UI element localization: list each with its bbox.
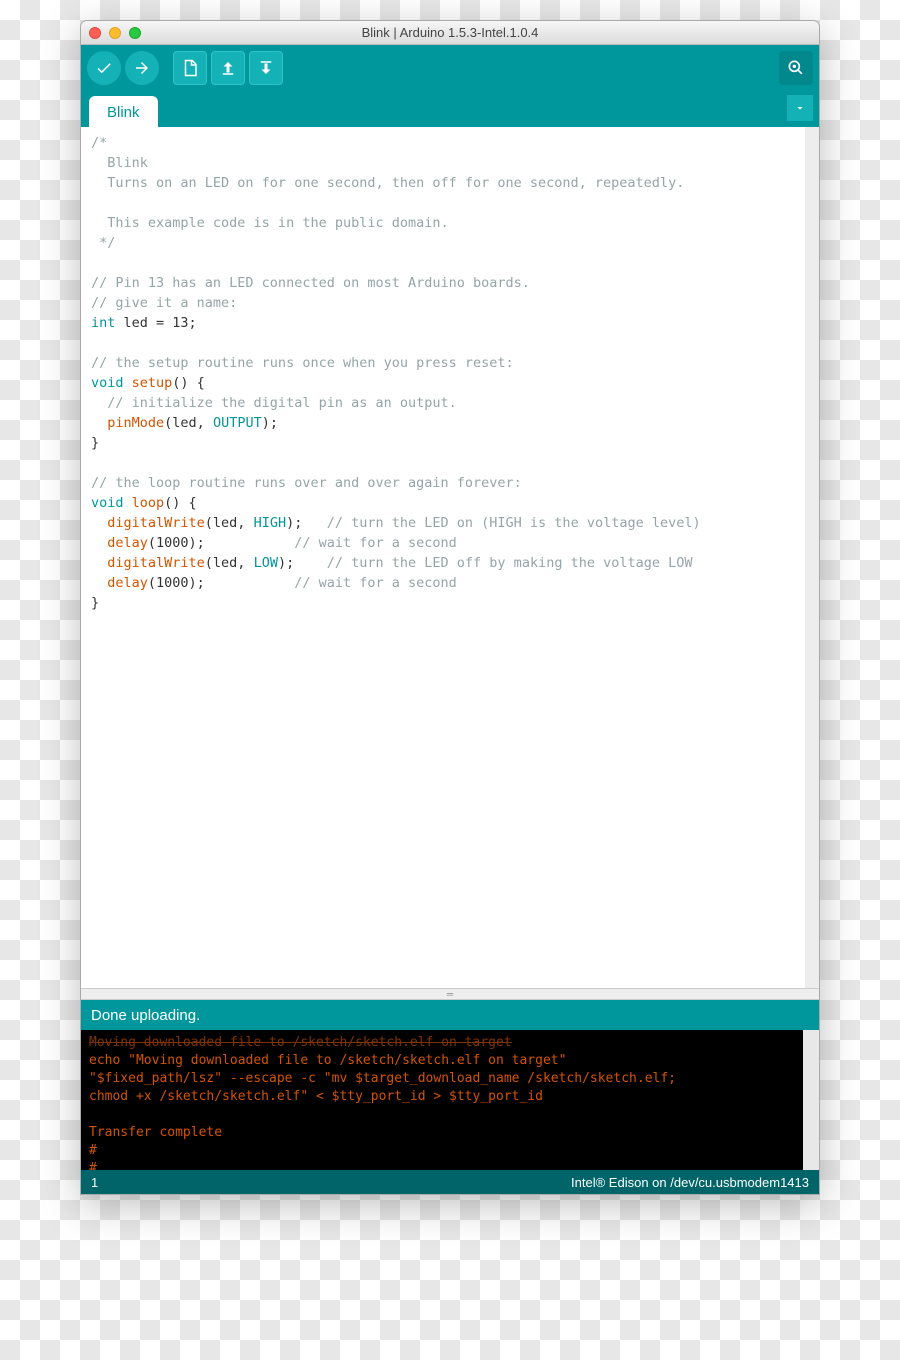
new-sketch-button[interactable] — [173, 51, 207, 85]
code-line: Blink — [91, 155, 148, 171]
code-token: pinMode — [91, 415, 164, 431]
code-line: // the setup routine runs once when you … — [91, 355, 514, 371]
code-token: HIGH — [254, 515, 287, 531]
code-token: void — [91, 375, 124, 391]
code-token: setup — [124, 375, 173, 391]
serial-monitor-button[interactable] — [779, 51, 813, 85]
code-token: void — [91, 495, 124, 511]
arrow-down-icon — [257, 59, 275, 77]
code-token: // turn the LED on (HIGH is the voltage … — [327, 515, 701, 531]
scrollbar-arrows[interactable]: ▲▼ — [811, 1152, 816, 1168]
code-token: ); — [286, 515, 327, 531]
serial-monitor-icon — [786, 58, 806, 78]
code-token: delay — [91, 535, 148, 551]
code-token: loop — [124, 495, 165, 511]
code-line: } — [91, 595, 99, 611]
window-title: Blink | Arduino 1.5.3-Intel.1.0.4 — [81, 25, 819, 40]
console-line: # — [89, 1161, 97, 1170]
code-token: ); — [262, 415, 278, 431]
file-icon — [181, 59, 199, 77]
code-token: (1000); — [148, 575, 294, 591]
code-token: led = 13; — [115, 315, 196, 331]
open-sketch-button[interactable] — [211, 51, 245, 85]
tab-blink[interactable]: Blink — [89, 96, 158, 127]
code-editor[interactable]: /* Blink Turns on an LED on for one seco… — [81, 127, 819, 988]
code-token: LOW — [254, 555, 278, 571]
console-line: "$fixed_path/lsz" --escape -c "mv $targe… — [89, 1071, 676, 1086]
code-line: This example code is in the public domai… — [91, 215, 449, 231]
code-token: // turn the LED off by making the voltag… — [327, 555, 693, 571]
code-line: */ — [91, 235, 115, 251]
console-line: echo "Moving downloaded file to /sketch/… — [89, 1053, 566, 1068]
code-token: // wait for a second — [294, 575, 457, 591]
code-token: delay — [91, 575, 148, 591]
code-token: digitalWrite — [91, 515, 205, 531]
console-line: # — [89, 1143, 97, 1158]
code-token: ); — [278, 555, 327, 571]
pane-resize-handle[interactable]: ═ — [81, 988, 819, 1000]
code-line: // Pin 13 has an LED connected on most A… — [91, 275, 530, 291]
code-line: /* — [91, 135, 107, 151]
tab-menu-button[interactable] — [787, 95, 813, 121]
code-line: Turns on an LED on for one second, then … — [91, 175, 684, 191]
output-console[interactable]: Moving downloaded file to /sketch/sketch… — [81, 1030, 819, 1170]
code-line: // the loop routine runs over and over a… — [91, 475, 522, 491]
arrow-up-icon — [219, 59, 237, 77]
code-token: () { — [164, 495, 197, 511]
save-sketch-button[interactable] — [249, 51, 283, 85]
code-token: (1000); — [148, 535, 294, 551]
code-token: () { — [172, 375, 205, 391]
board-port-label: Intel® Edison on /dev/cu.usbmodem1413 — [571, 1175, 809, 1190]
arrow-right-icon — [133, 59, 151, 77]
chevron-down-icon — [794, 102, 806, 114]
code-token: OUTPUT — [213, 415, 262, 431]
console-line: Moving downloaded file to /sketch/sketch… — [89, 1035, 512, 1050]
code-token: (led, — [205, 515, 254, 531]
code-token: // wait for a second — [294, 535, 457, 551]
code-token: (led, — [205, 555, 254, 571]
code-token: (led, — [164, 415, 213, 431]
status-message: Done uploading. — [91, 1007, 200, 1024]
arduino-ide-window: Blink | Arduino 1.5.3-Intel.1.0.4 Blink … — [80, 20, 820, 1195]
console-line: chmod +x /sketch/sketch.elf" < $tty_port… — [89, 1089, 543, 1104]
titlebar: Blink | Arduino 1.5.3-Intel.1.0.4 — [81, 21, 819, 45]
status-bar: Done uploading. — [81, 1000, 819, 1030]
code-line: // give it a name: — [91, 295, 237, 311]
upload-button[interactable] — [125, 51, 159, 85]
verify-button[interactable] — [87, 51, 121, 85]
console-line: Transfer complete — [89, 1125, 222, 1140]
code-line: } — [91, 435, 99, 451]
code-token: digitalWrite — [91, 555, 205, 571]
footer-bar: 1 Intel® Edison on /dev/cu.usbmodem1413 — [81, 1170, 819, 1194]
line-number: 1 — [91, 1175, 98, 1190]
code-line: // initialize the digital pin as an outp… — [91, 395, 457, 411]
tab-bar: Blink — [81, 91, 819, 127]
scrollbar-thumb[interactable] — [805, 1128, 817, 1150]
code-token: int — [91, 315, 115, 331]
toolbar — [81, 45, 819, 91]
check-icon — [95, 59, 113, 77]
